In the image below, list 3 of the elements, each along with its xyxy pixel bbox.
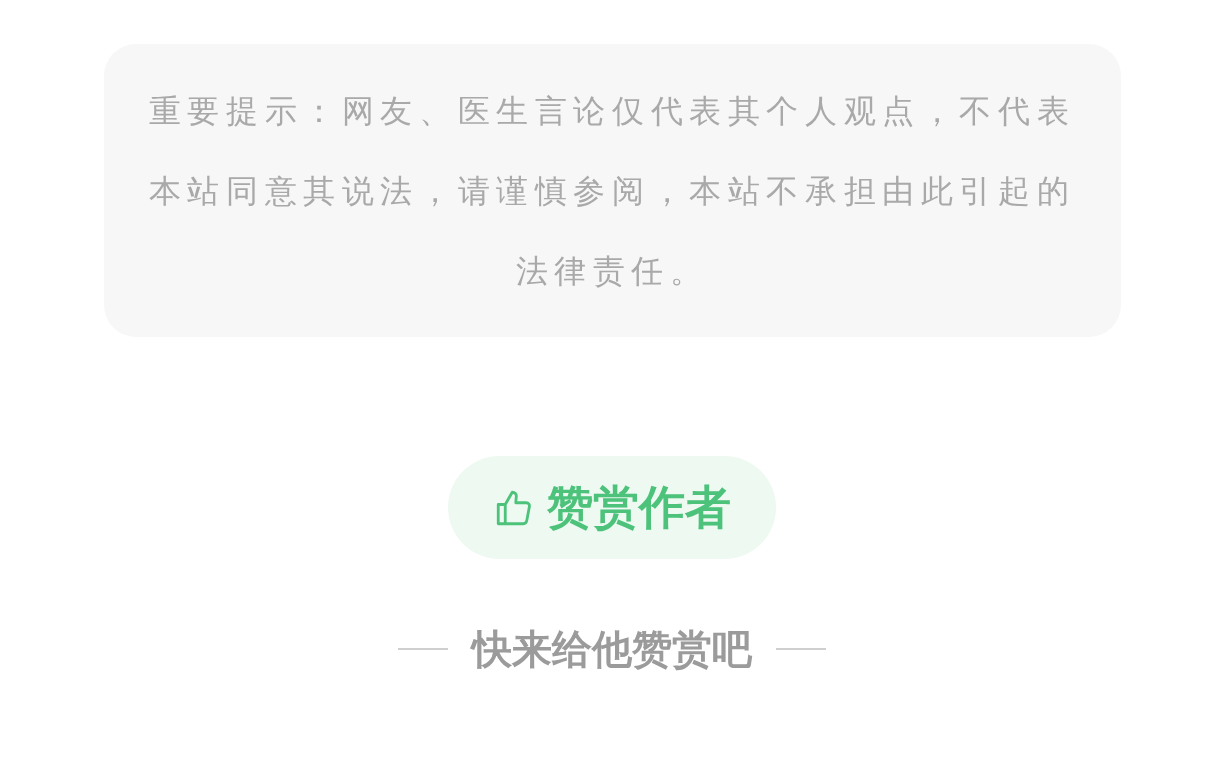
notice-text: 重要提示：网友、医生言论仅代表其个人观点，不代表本站同意其说法，请谨慎参阅，本站不承担由此引起的法律责任。: [147, 91, 1077, 291]
reward-button[interactable]: 赞赏作者: [448, 456, 776, 559]
prompt-text: 快来给他赞赏吧: [472, 626, 752, 673]
